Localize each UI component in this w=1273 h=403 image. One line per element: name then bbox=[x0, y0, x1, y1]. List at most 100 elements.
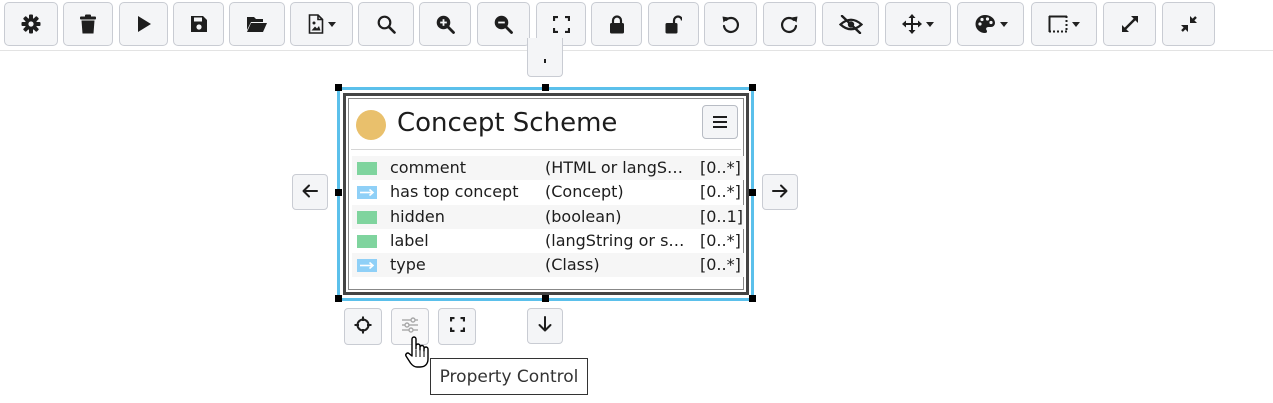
dashed-border-icon bbox=[1048, 15, 1068, 33]
property-type: (HTML or langStri... bbox=[545, 158, 687, 177]
chevron-down-icon bbox=[1072, 21, 1080, 27]
node-title: Concept Scheme bbox=[397, 108, 618, 138]
save-button[interactable] bbox=[173, 2, 224, 46]
resize-handle-top-right[interactable] bbox=[749, 84, 756, 91]
unlock-icon bbox=[665, 14, 682, 34]
property-row[interactable]: type (Class) [0..*] bbox=[352, 253, 744, 278]
eye-slash-icon bbox=[838, 14, 863, 34]
expand-up-button[interactable] bbox=[527, 38, 563, 77]
node-header: Concept Scheme bbox=[351, 101, 741, 150]
open-button[interactable] bbox=[229, 2, 285, 46]
property-type: (Class) bbox=[545, 255, 600, 275]
zoom-out-button[interactable] bbox=[477, 2, 530, 46]
export-image-button[interactable] bbox=[290, 2, 353, 46]
property-name: comment bbox=[390, 158, 467, 177]
hamburger-menu-icon bbox=[713, 113, 727, 132]
expand-down-button[interactable] bbox=[527, 308, 563, 344]
arrow-up-icon bbox=[543, 48, 547, 67]
arrow-down-icon bbox=[538, 316, 552, 336]
play-icon bbox=[136, 15, 152, 33]
run-button[interactable] bbox=[119, 2, 168, 46]
folder-open-icon bbox=[246, 15, 268, 33]
diagram-canvas[interactable]: Concept Scheme comment (HTML or langStri.… bbox=[0, 38, 1273, 403]
property-name: type bbox=[390, 255, 426, 275]
relation-arrow-icon bbox=[357, 259, 377, 273]
chevron-down-icon bbox=[327, 21, 336, 27]
property-cardinality: [0..*] bbox=[700, 255, 741, 275]
settings-button[interactable] bbox=[4, 2, 58, 46]
expand-icon bbox=[1121, 15, 1139, 33]
crosshair-icon bbox=[354, 316, 372, 338]
property-row[interactable]: comment (HTML or langStri... [0..*] bbox=[352, 156, 744, 181]
undo-icon bbox=[721, 15, 740, 34]
palette-icon bbox=[974, 14, 996, 34]
arrow-right-icon bbox=[772, 183, 788, 202]
chevron-down-icon bbox=[926, 21, 934, 27]
property-row[interactable]: label (langString or stri... [0..*] bbox=[352, 229, 744, 253]
image-file-icon bbox=[308, 14, 324, 34]
lock-icon bbox=[609, 14, 625, 34]
relation-arrow-icon bbox=[357, 186, 377, 200]
main-toolbar bbox=[0, 0, 1273, 51]
chevron-down-icon bbox=[999, 21, 1008, 27]
resize-handle-left[interactable] bbox=[335, 189, 342, 196]
zoom-out-icon bbox=[494, 15, 513, 34]
search-icon bbox=[377, 15, 396, 34]
border-style-button[interactable] bbox=[1031, 2, 1097, 46]
zoom-in-button[interactable] bbox=[419, 2, 471, 46]
property-type: (boolean) bbox=[545, 206, 622, 226]
sliders-icon bbox=[401, 316, 419, 337]
lock-button[interactable] bbox=[591, 2, 642, 46]
attribute-icon bbox=[357, 162, 377, 175]
search-button[interactable] bbox=[358, 2, 414, 46]
move-arrows-icon bbox=[902, 14, 922, 34]
arrow-left-icon bbox=[302, 183, 318, 202]
property-name: has top concept bbox=[390, 182, 519, 202]
attribute-icon bbox=[357, 234, 377, 248]
fit-node-button[interactable] bbox=[438, 308, 476, 345]
property-cardinality: [0..*] bbox=[700, 230, 741, 250]
zoom-in-icon bbox=[436, 15, 455, 34]
unlock-button[interactable] bbox=[648, 2, 699, 46]
class-node[interactable]: Concept Scheme comment (HTML or langStri.… bbox=[343, 93, 749, 295]
fit-screen-icon bbox=[552, 15, 570, 33]
focus-button[interactable] bbox=[344, 308, 382, 345]
redo-icon bbox=[780, 15, 799, 34]
resize-handle-bottom-right[interactable] bbox=[749, 295, 756, 302]
property-name: label bbox=[390, 230, 429, 250]
move-tool-button[interactable] bbox=[885, 2, 951, 46]
property-type: (Concept) bbox=[545, 182, 624, 202]
hand-pointer-cursor-icon bbox=[404, 335, 432, 373]
property-list: comment (HTML or langStri... [0..*] has top… bbox=[352, 156, 744, 278]
undo-button[interactable] bbox=[704, 2, 757, 46]
redo-button[interactable] bbox=[763, 2, 816, 46]
resize-handle-right[interactable] bbox=[749, 189, 756, 196]
fit-screen-icon bbox=[449, 316, 465, 336]
attribute-icon bbox=[357, 210, 377, 224]
tooltip: Property Control bbox=[430, 358, 588, 395]
save-icon bbox=[190, 15, 208, 33]
trash-icon bbox=[79, 14, 97, 34]
color-button[interactable] bbox=[957, 2, 1024, 46]
resize-handle-top-left[interactable] bbox=[335, 84, 342, 91]
hide-button[interactable] bbox=[822, 2, 879, 46]
property-cardinality: [0..*] bbox=[700, 182, 741, 202]
node-menu-button[interactable] bbox=[702, 105, 738, 139]
gear-icon bbox=[21, 14, 41, 34]
property-type: (langString or stri... bbox=[545, 230, 687, 250]
expand-left-button[interactable] bbox=[292, 174, 328, 210]
delete-button[interactable] bbox=[63, 2, 113, 46]
property-cardinality: [0..*] bbox=[700, 158, 741, 177]
class-color-dot bbox=[356, 110, 386, 140]
resize-handle-bottom-left[interactable] bbox=[335, 295, 342, 302]
property-name: hidden bbox=[390, 206, 445, 226]
resize-handle-top[interactable] bbox=[542, 84, 549, 91]
expand-right-button[interactable] bbox=[762, 174, 798, 210]
property-row[interactable]: hidden (boolean) [0..1] bbox=[352, 204, 744, 229]
resize-handle-bottom[interactable] bbox=[542, 295, 549, 302]
property-cardinality: [0..1] bbox=[700, 206, 744, 226]
compress-icon bbox=[1180, 15, 1198, 33]
expand-button[interactable] bbox=[1103, 2, 1156, 46]
property-row[interactable]: has top concept (Concept) [0..*] bbox=[352, 180, 744, 204]
compress-button[interactable] bbox=[1162, 2, 1215, 46]
